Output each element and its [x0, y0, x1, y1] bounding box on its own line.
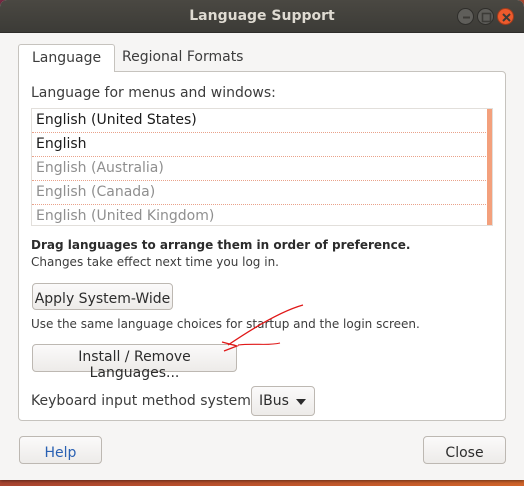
titlebar[interactable]: Language Support	[0, 0, 524, 33]
drag-hint: Drag languages to arrange them in order …	[31, 238, 411, 252]
language-section-label: Language for menus and windows:	[31, 85, 276, 101]
apply-system-wide-button[interactable]: Apply System-Wide	[32, 283, 173, 310]
tab-regional-formats[interactable]: Regional Formats	[109, 44, 256, 72]
list-item[interactable]: English (Canada)	[32, 181, 492, 205]
chevron-down-icon	[296, 399, 306, 405]
list-item[interactable]: English (Australia)	[32, 157, 492, 181]
help-button[interactable]: Help	[19, 436, 102, 464]
maximize-button[interactable]	[477, 8, 494, 25]
minimize-icon	[463, 16, 470, 19]
apply-description: Use the same language choices for startu…	[31, 317, 420, 331]
language-list[interactable]: English (United States) English English …	[31, 108, 493, 226]
list-item[interactable]: English	[32, 133, 492, 157]
logout-hint: Changes take effect next time you log in…	[31, 255, 279, 269]
list-item[interactable]: English (United States)	[32, 109, 492, 133]
close-button[interactable]: Close	[423, 436, 506, 464]
input-method-value: IBus	[259, 393, 289, 409]
list-item[interactable]: English (United Kingdom)	[32, 205, 492, 225]
maximize-icon	[481, 12, 492, 23]
tab-language[interactable]: Language	[18, 44, 116, 72]
install-remove-languages-button[interactable]: Install / Remove Languages...	[32, 344, 237, 381]
scroll-indicator[interactable]	[487, 109, 492, 225]
window-title: Language Support	[189, 8, 335, 24]
close-icon	[502, 13, 511, 22]
language-support-window: Language Support Language Regional Forma…	[0, 0, 524, 480]
keyboard-input-label: Keyboard input method system:	[31, 393, 256, 409]
input-method-select[interactable]: IBus	[251, 386, 315, 416]
close-window-button[interactable]	[497, 8, 514, 25]
minimize-button[interactable]	[457, 8, 474, 25]
